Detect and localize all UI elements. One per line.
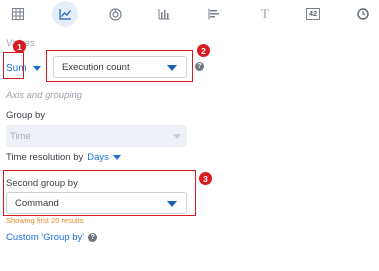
help-icon[interactable]: ? (195, 62, 204, 71)
results-hint: Showing first 20 results (6, 216, 84, 225)
text-icon[interactable]: T (253, 2, 277, 26)
chevron-down-icon[interactable] (112, 155, 121, 160)
axis-section-label: Axis and grouping (6, 90, 83, 101)
time-resolution-value[interactable]: Days (87, 152, 109, 163)
callout-badge-1: 1 (13, 40, 26, 53)
custom-group-by-label: Custom 'Group by' (6, 232, 85, 243)
number-icon[interactable]: 42 (301, 2, 325, 26)
list-bars-icon[interactable] (202, 2, 226, 26)
chevron-down-icon (173, 134, 181, 139)
clock-icon[interactable] (351, 2, 375, 26)
number-icon-label: 42 (305, 8, 321, 20)
callout-box-1 (3, 52, 24, 79)
visualization-toolbar: T 42 (0, 0, 379, 30)
line-chart-icon[interactable] (52, 1, 78, 27)
pie-chart-icon[interactable] (103, 2, 127, 26)
callout-badge-2: 2 (197, 44, 210, 57)
callout-box-2 (46, 50, 193, 82)
callout-box-3 (3, 170, 196, 216)
time-resolution-row: Time resolution by Days (6, 152, 121, 163)
group-by-value: Time (10, 130, 31, 142)
chevron-down-icon (32, 65, 41, 71)
table-icon[interactable] (6, 2, 30, 26)
callout-badge-3: 3 (199, 172, 212, 185)
group-by-select: Time (6, 125, 187, 147)
help-icon[interactable]: ? (88, 233, 98, 242)
time-resolution-label: Time resolution by (6, 152, 84, 163)
bar-chart-icon[interactable] (152, 2, 176, 26)
group-by-label: Group by (6, 110, 46, 121)
custom-group-by-link[interactable]: Custom 'Group by' ? (6, 232, 98, 243)
